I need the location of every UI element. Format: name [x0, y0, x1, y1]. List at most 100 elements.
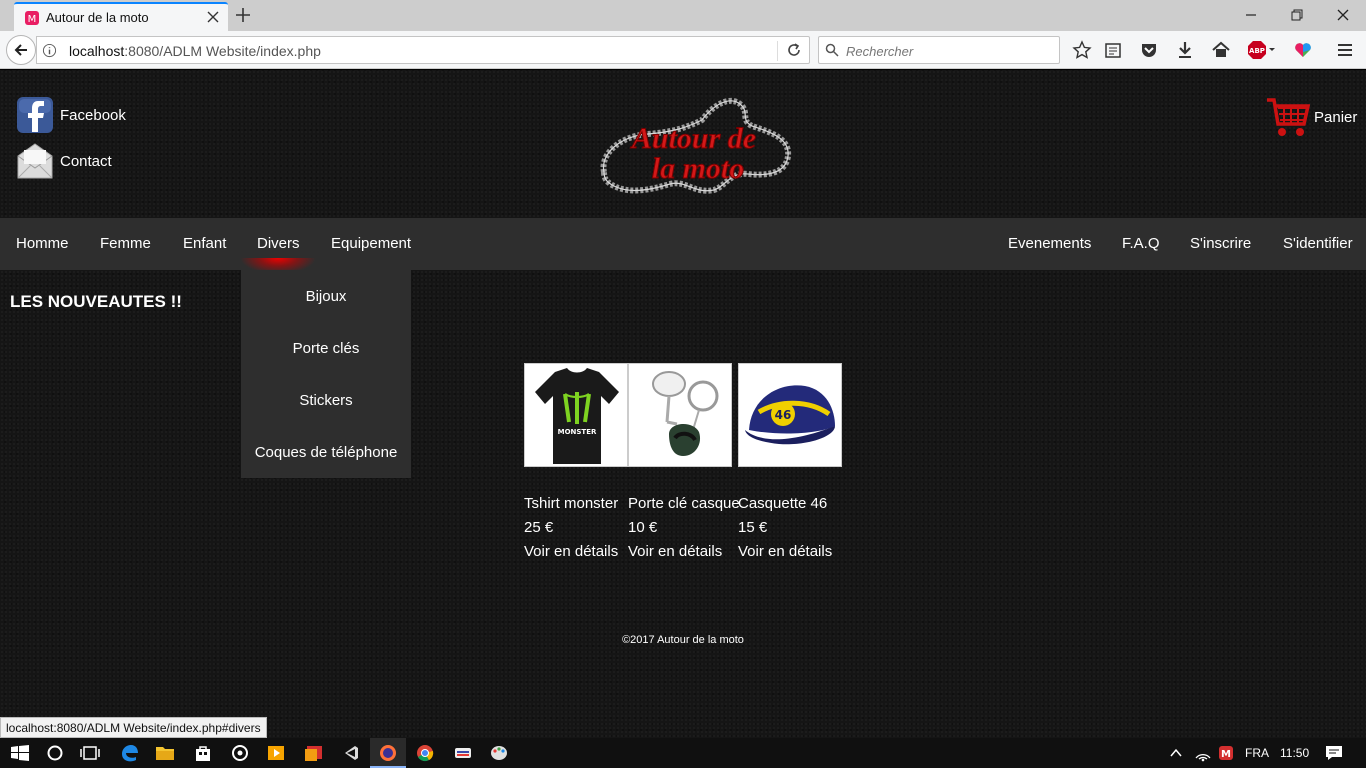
facebook-link[interactable]: Facebook — [16, 96, 126, 134]
adblock-plus-icon[interactable]: ABP — [1247, 40, 1277, 60]
store-icon[interactable] — [193, 744, 213, 762]
product-price-keychain: 10 € — [628, 519, 658, 536]
menu-item-femme[interactable]: Femme — [100, 235, 151, 252]
product-name-cap: Casquette 46 — [738, 495, 828, 512]
clock[interactable]: 11:50 — [1280, 746, 1309, 760]
product-details-link-tshirt[interactable]: Voir en détails — [524, 543, 618, 560]
new-tab-icon[interactable] — [234, 6, 252, 24]
browser-tab[interactable]: M Autour de la moto — [14, 2, 228, 31]
contact-link[interactable]: Contact — [16, 142, 112, 180]
logo-text-line2: la moto — [652, 152, 745, 185]
restore-icon[interactable] — [1288, 6, 1306, 24]
menu-item-sinscrire[interactable]: S'inscrire — [1190, 235, 1251, 252]
shopping-cart-icon — [1267, 98, 1310, 136]
product-name-keychain: Porte clé casque — [628, 495, 740, 512]
menu-item-faq[interactable]: F.A.Q — [1122, 235, 1160, 252]
status-bar-url: localhost:8080/ADLM Website/index.php#di… — [0, 717, 267, 738]
cart-label: Panier — [1314, 108, 1358, 126]
vlc-icon[interactable] — [266, 744, 286, 762]
site-logo[interactable]: Autour de la moto — [590, 94, 800, 204]
search-icon — [825, 43, 839, 57]
menu-item-equipement[interactable]: Equipement — [331, 235, 411, 252]
facebook-label: Facebook — [60, 106, 126, 124]
contact-label: Contact — [60, 152, 112, 170]
url-separator — [777, 41, 778, 61]
file-explorer-icon[interactable] — [155, 744, 175, 762]
minimize-icon[interactable] — [1242, 6, 1260, 24]
product-details-link-keychain[interactable]: Voir en détails — [628, 543, 722, 560]
product-price-cap: 15 € — [738, 519, 768, 536]
dropdown-item-bijoux[interactable]: Bijoux — [241, 288, 411, 305]
download-icon[interactable] — [1175, 40, 1195, 60]
address-bar[interactable]: localhost:8080/ADLM Website/index.php — [36, 36, 810, 64]
tab-title: Autour de la moto — [46, 10, 149, 25]
hamburger-menu-icon[interactable] — [1335, 40, 1355, 60]
keychain-image — [652, 371, 719, 456]
menu-item-divers[interactable]: Divers — [257, 235, 300, 252]
cortana-search-icon[interactable] — [45, 744, 65, 762]
menu-item-enfant[interactable]: Enfant — [183, 235, 226, 252]
dropdown-item-porte-cles[interactable]: Porte clés — [241, 340, 411, 357]
main-menu: Homme Femme Enfant Divers Equipement Eve… — [0, 218, 1366, 270]
menu-item-evenements[interactable]: Evenements — [1008, 235, 1091, 252]
dropdown-item-coques[interactable]: Coques de téléphone — [241, 444, 411, 461]
svg-text:M: M — [1221, 749, 1231, 760]
media-player-icon[interactable] — [230, 744, 250, 762]
reading-list-icon[interactable] — [1103, 40, 1123, 60]
product-details-link-cap[interactable]: Voir en détails — [738, 543, 832, 560]
chrome-icon[interactable] — [415, 744, 435, 762]
cap-number-text: 46 — [775, 408, 792, 422]
bookmark-star-icon[interactable] — [1072, 40, 1092, 60]
product-image-keychain[interactable] — [628, 363, 732, 467]
info-icon[interactable] — [42, 43, 57, 58]
product-name-tshirt: Tshirt monster — [524, 495, 619, 512]
search-placeholder: Rechercher — [846, 44, 914, 59]
product-image-tshirt[interactable]: MONSTER — [524, 363, 628, 467]
pocket-icon[interactable] — [1139, 40, 1159, 60]
taskbar-active-firefox[interactable] — [370, 738, 406, 768]
firefox-icon — [380, 745, 396, 761]
visual-studio-icon[interactable] — [341, 744, 361, 762]
svg-text:M: M — [28, 14, 37, 25]
search-input[interactable]: Rechercher — [818, 36, 1060, 64]
back-button[interactable] — [6, 35, 36, 65]
paint-icon[interactable] — [489, 744, 509, 762]
mail-notify-icon[interactable]: M — [1218, 744, 1234, 762]
dropdown-item-stickers[interactable]: Stickers — [241, 392, 411, 409]
svg-text:ABP: ABP — [1249, 47, 1265, 55]
close-tab-icon[interactable] — [206, 10, 220, 24]
section-title: LES NOUVEAUTES !! — [10, 292, 182, 311]
menu-item-sidentifier[interactable]: S'identifier — [1283, 235, 1353, 252]
back-arrow-icon — [14, 44, 27, 56]
reload-icon[interactable] — [786, 42, 802, 58]
browser-tab-bar: M Autour de la moto — [0, 0, 1366, 31]
task-view-icon[interactable] — [80, 744, 100, 762]
edge-icon[interactable] — [119, 744, 139, 762]
home-icon[interactable] — [1211, 40, 1231, 60]
app-window-icon[interactable] — [453, 744, 473, 762]
logo-motorcycle-chain: Autour de la moto — [600, 97, 792, 194]
cart-link[interactable]: Panier — [1266, 96, 1357, 138]
wifi-icon[interactable] — [1194, 744, 1212, 762]
logo-text-line1: Autour de — [630, 122, 756, 155]
extension-heart-icon[interactable] — [1293, 40, 1313, 60]
windows-taskbar: M FRA 11:50 — [0, 738, 1366, 768]
language-indicator[interactable]: FRA — [1245, 746, 1269, 760]
tshirt-brand-text: MONSTER — [558, 428, 597, 436]
close-window-icon[interactable] — [1334, 6, 1352, 24]
cap-image: 46 — [745, 385, 835, 445]
product-price-tshirt: 25 € — [524, 519, 554, 536]
footer-text: ©2017 Autour de la moto — [622, 634, 744, 646]
product-image-cap[interactable]: 46 — [738, 363, 842, 467]
menu-item-homme[interactable]: Homme — [16, 235, 69, 252]
web-page: Facebook Contact Autour de la moto Panie… — [0, 70, 1366, 738]
tshirt-image: MONSTER — [535, 368, 619, 464]
filezilla-icon[interactable] — [304, 744, 324, 762]
envelope-icon — [17, 143, 53, 179]
tray-chevron-icon[interactable] — [1168, 744, 1184, 762]
site-favicon-icon: M — [25, 11, 39, 25]
url-text: localhost:8080/ADLM Website/index.php — [69, 43, 321, 59]
browser-toolbar: localhost:8080/ADLM Website/index.php Re… — [0, 31, 1366, 69]
windows-start-icon[interactable] — [10, 744, 30, 762]
notifications-icon[interactable] — [1324, 744, 1344, 762]
